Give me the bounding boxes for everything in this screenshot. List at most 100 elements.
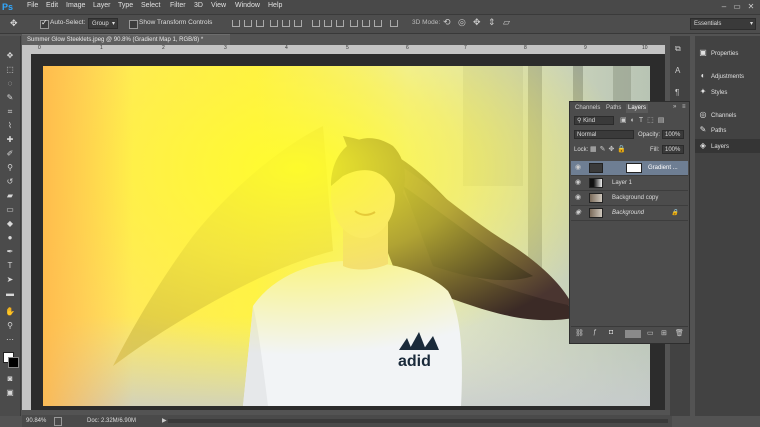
zoom-tool-icon[interactable]: ⚲ xyxy=(4,320,16,331)
quick-mask-icon[interactable]: ◙ xyxy=(4,373,16,384)
menu-filter[interactable]: Filter xyxy=(170,2,186,9)
layer-row[interactable]: ◉ Background copy xyxy=(571,191,688,206)
align-bottom-icon[interactable] xyxy=(256,20,264,27)
visibility-eye-icon[interactable]: ◉ xyxy=(575,161,581,175)
status-arrow-icon[interactable]: ▶ xyxy=(162,417,167,424)
distribute-bottom-icon[interactable] xyxy=(336,20,344,27)
eraser-tool-icon[interactable]: ▰ xyxy=(4,190,16,201)
lock-icons[interactable]: ▦✎✥🔒 xyxy=(590,145,629,153)
background-color-swatch[interactable] xyxy=(8,357,19,368)
menu-view[interactable]: View xyxy=(211,2,226,9)
shape-tool-icon[interactable]: ▬ xyxy=(4,288,16,299)
path-select-tool-icon[interactable]: ➤ xyxy=(4,274,16,285)
visibility-eye-icon[interactable]: ◉ xyxy=(575,176,581,190)
menu-3d[interactable]: 3D xyxy=(194,2,203,9)
new-layer-icon[interactable]: ⊞ xyxy=(661,329,667,337)
eyedropper-tool-icon[interactable]: ⌇ xyxy=(4,120,16,131)
blur-tool-icon[interactable]: ◆ xyxy=(4,218,16,229)
menu-select[interactable]: Select xyxy=(141,2,160,9)
align-top-icon[interactable] xyxy=(232,20,240,27)
visibility-eye-icon[interactable]: ◉ xyxy=(575,206,581,220)
menu-layer[interactable]: Layer xyxy=(93,2,111,9)
fill-input[interactable]: 100% xyxy=(662,145,684,154)
character-panel-icon[interactable]: A xyxy=(675,66,680,75)
3d-scale-icon[interactable]: ▱ xyxy=(503,17,510,28)
distribute-vcenter-icon[interactable] xyxy=(324,20,332,27)
move-tool-icon[interactable]: ✥ xyxy=(4,50,16,61)
fx-icon[interactable]: ƒ xyxy=(593,329,597,336)
menu-window[interactable]: Window xyxy=(235,2,260,9)
3d-roll-icon[interactable]: ◎ xyxy=(458,17,466,28)
align-left-icon[interactable] xyxy=(270,20,278,27)
tab-channels[interactable]: Channels xyxy=(573,104,602,113)
menu-image[interactable]: Image xyxy=(66,2,85,9)
paragraph-panel-icon[interactable]: ¶ xyxy=(675,88,679,97)
menu-help[interactable]: Help xyxy=(268,2,282,9)
tab-layers[interactable]: Layers xyxy=(626,104,649,113)
more-tools-icon[interactable]: ⋯ xyxy=(4,334,16,345)
horizontal-scrollbar[interactable] xyxy=(168,419,668,423)
pen-tool-icon[interactable]: ✒ xyxy=(4,246,16,257)
delete-layer-icon[interactable]: 🗑 xyxy=(675,329,684,337)
lasso-tool-icon[interactable]: ◌ xyxy=(4,78,16,89)
panel-channels[interactable]: ◎ Channels xyxy=(695,108,760,122)
auto-select-checkbox[interactable] xyxy=(40,18,49,29)
layer-row[interactable]: ◉ Layer 1 xyxy=(571,176,688,191)
panel-adjustments[interactable]: ◐ Adjustments xyxy=(695,69,760,83)
brush-tool-icon[interactable]: ✐ xyxy=(4,148,16,159)
move-tool-icon[interactable]: ✥ xyxy=(10,18,18,29)
workspace-dropdown[interactable]: Essentials xyxy=(690,18,756,30)
layer-row[interactable]: ◉ Background 🔒 xyxy=(571,206,688,221)
zoom-level[interactable]: 90.84% xyxy=(26,418,46,424)
layer-filter-kind[interactable]: ⚲ Kind xyxy=(574,116,614,125)
healing-tool-icon[interactable]: ✚ xyxy=(4,134,16,145)
auto-align-icon[interactable] xyxy=(390,20,398,27)
align-right-icon[interactable] xyxy=(294,20,302,27)
document-image[interactable]: adid xyxy=(43,66,650,406)
3d-pan-icon[interactable]: ✥ xyxy=(473,17,481,28)
document-tab[interactable]: Summer Glow Steeklets.jpeg @ 90.8% (Grad… xyxy=(22,34,230,45)
show-transform-checkbox[interactable] xyxy=(129,20,138,29)
dodge-tool-icon[interactable]: ● xyxy=(4,232,16,243)
maximize-icon[interactable]: ▭ xyxy=(731,2,743,12)
new-adjustment-icon[interactable] xyxy=(625,330,641,338)
close-icon[interactable]: ✕ xyxy=(745,2,757,12)
panel-layers[interactable]: ◈ Layers xyxy=(695,139,760,153)
3d-slide-icon[interactable]: ⇕ xyxy=(488,17,496,28)
gradient-tool-icon[interactable]: ▭ xyxy=(4,204,16,215)
blend-mode-dropdown[interactable]: Normal xyxy=(574,130,634,139)
panel-menu-icon[interactable]: ≡ xyxy=(682,104,686,110)
visibility-eye-icon[interactable]: ◉ xyxy=(575,191,581,205)
menu-type[interactable]: Type xyxy=(118,2,133,9)
distribute-hcenter-icon[interactable] xyxy=(362,20,370,27)
history-brush-tool-icon[interactable]: ↺ xyxy=(4,176,16,187)
new-group-icon[interactable]: ▭ xyxy=(647,329,654,337)
panel-paths[interactable]: ✎ Paths xyxy=(695,123,760,137)
panel-properties[interactable]: ▣ Properties xyxy=(695,46,760,60)
tab-paths[interactable]: Paths xyxy=(604,104,623,113)
screen-mode-icon[interactable]: ▣ xyxy=(4,387,16,398)
auto-select-dropdown[interactable]: Group xyxy=(88,18,118,30)
link-layers-icon[interactable]: ⛓ xyxy=(575,329,584,337)
distribute-right-icon[interactable] xyxy=(374,20,382,27)
layer-row[interactable]: ◉ Gradient ... xyxy=(571,161,688,176)
menu-file[interactable]: File xyxy=(27,2,38,9)
history-panel-icon[interactable]: ⧉ xyxy=(675,44,681,54)
panel-styles[interactable]: ✦ Styles xyxy=(695,85,760,99)
distribute-top-icon[interactable] xyxy=(312,20,320,27)
3d-rotate-icon[interactable]: ⟲ xyxy=(443,17,451,28)
opacity-input[interactable]: 100% xyxy=(662,130,684,139)
distribute-left-icon[interactable] xyxy=(350,20,358,27)
align-vcenter-icon[interactable] xyxy=(244,20,252,27)
status-menu-icon[interactable] xyxy=(54,417,62,426)
stamp-tool-icon[interactable]: ⚲ xyxy=(4,162,16,173)
crop-tool-icon[interactable]: ⌗ xyxy=(4,106,16,117)
layer-filter-icons[interactable]: ▣◐T⬚▤ xyxy=(620,116,668,124)
marquee-tool-icon[interactable]: ⬚ xyxy=(4,64,16,75)
quick-select-tool-icon[interactable]: ✎ xyxy=(4,92,16,103)
panel-collapse-icon[interactable]: » xyxy=(673,104,676,110)
minimize-icon[interactable]: – xyxy=(718,2,730,12)
hand-tool-icon[interactable]: ✋ xyxy=(4,306,16,317)
align-hcenter-icon[interactable] xyxy=(282,20,290,27)
menu-edit[interactable]: Edit xyxy=(46,2,58,9)
